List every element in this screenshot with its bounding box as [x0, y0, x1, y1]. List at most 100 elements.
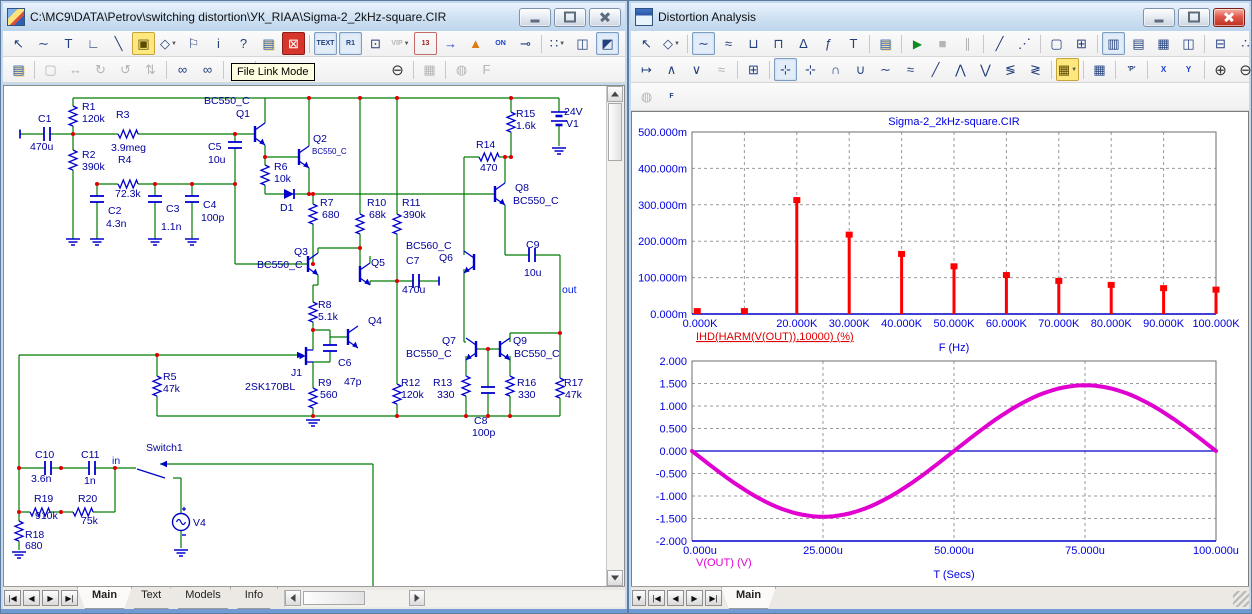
fourier-window-icon[interactable]: F: [660, 85, 683, 108]
browser-icon[interactable]: ◍: [450, 58, 473, 81]
restore-button[interactable]: [1178, 8, 1210, 27]
close-button[interactable]: [589, 8, 621, 27]
horizontal-tag-mode-icon[interactable]: ⊔: [742, 32, 765, 55]
wire-mode-icon[interactable]: ∼: [32, 32, 55, 55]
flip-horizontal-icon[interactable]: ↔: [64, 58, 87, 81]
graph-paper-toggle-icon[interactable]: ⊞: [1070, 32, 1093, 55]
text-mode-icon[interactable]: T: [57, 32, 80, 55]
plot-group-4-icon[interactable]: ◫: [1177, 32, 1200, 55]
grid-toggle-icon[interactable]: ∷▼: [546, 32, 569, 55]
help-mode-icon[interactable]: ?: [232, 32, 255, 55]
box-tool-icon[interactable]: ▦: [418, 58, 441, 81]
go-to-peak-icon[interactable]: ∧: [660, 58, 683, 81]
global-cursor-icon[interactable]: ≷: [1024, 58, 1047, 81]
go-to-branch-icon[interactable]: ≈: [710, 58, 733, 81]
attribute-display-toggle-icon[interactable]: R1: [339, 32, 362, 55]
zoom-out-icon[interactable]: ⊖: [1234, 58, 1252, 81]
split-plots-icon[interactable]: ⊟: [1209, 32, 1232, 55]
select-box-mode-icon[interactable]: ▢: [1045, 32, 1068, 55]
browser-icon[interactable]: ◍: [635, 85, 658, 108]
select-tool-icon[interactable]: ↖: [7, 32, 30, 55]
component-mode-icon[interactable]: ▣: [132, 32, 155, 55]
properties-button-icon[interactable]: ▤: [7, 58, 30, 81]
go-to-valley-icon[interactable]: ∨: [685, 58, 708, 81]
tab-models[interactable]: Models: [170, 587, 235, 609]
zoom-in-icon[interactable]: ⊕: [1209, 58, 1232, 81]
flip-vertical-icon[interactable]: ⇅: [139, 58, 162, 81]
plot-group-3-icon[interactable]: ▦: [1152, 32, 1175, 55]
fall-cursor-icon[interactable]: ≈: [899, 58, 922, 81]
shape-mode-icon[interactable]: ◇▼: [157, 32, 180, 55]
vertical-tag-mode-icon[interactable]: ⊓: [767, 32, 790, 55]
vip-toggle-icon[interactable]: VIP▼: [389, 32, 412, 55]
diagonal-wire-mode-icon[interactable]: ╲: [107, 32, 130, 55]
resize-grip[interactable]: [1233, 591, 1249, 607]
analysis-titlebar[interactable]: Distortion Analysis: [631, 3, 1249, 31]
slider-toggle-icon[interactable]: 13: [414, 32, 437, 55]
node-numbers-toggle-icon[interactable]: ⊡: [364, 32, 387, 55]
x-axis-scale-icon[interactable]: X: [1152, 58, 1175, 81]
formula-mode-icon[interactable]: ƒ: [817, 32, 840, 55]
rotate-icon[interactable]: ↻: [89, 58, 112, 81]
find-icon[interactable]: ∞: [196, 58, 219, 81]
cursor-mode-icon[interactable]: ◩: [596, 32, 619, 55]
nav-button-1[interactable]: ◀: [667, 590, 684, 606]
line-points-mode-icon[interactable]: ⋰: [1013, 32, 1036, 55]
schematic-canvas[interactable]: C1470uR1120kR2390kR33.9megR472.3kC24.3nC…: [4, 86, 590, 588]
valley-cursor-icon[interactable]: ∪: [849, 58, 872, 81]
cursor-mode-icon[interactable]: ≈: [717, 32, 740, 55]
scroll-up-button[interactable]: [607, 86, 623, 102]
schematic-titlebar[interactable]: C:\MC9\DATA\Petrov\switching distortion\…: [3, 3, 625, 31]
low-cursor-icon[interactable]: ⋁: [974, 58, 997, 81]
cursor-left-icon[interactable]: ⊹: [774, 58, 797, 81]
hscroll-thumb[interactable]: [303, 591, 365, 605]
plot-area[interactable]: Sigma-2_2kHz-square.CIR500.000m400.000m3…: [632, 112, 1250, 588]
peak-cursor-icon[interactable]: ∩: [824, 58, 847, 81]
scatter-toggle-icon[interactable]: ∴: [1234, 32, 1252, 55]
minimize-button[interactable]: [519, 8, 551, 27]
numeric-output-icon[interactable]: ▦: [1088, 58, 1111, 81]
nav-button-3[interactable]: ▶|: [61, 590, 78, 606]
select-tool-icon[interactable]: ↖: [635, 32, 658, 55]
tab-info[interactable]: Info: [230, 587, 278, 609]
region-enable-mode-icon[interactable]: ▤: [257, 32, 280, 55]
high-cursor-icon[interactable]: ⋀: [949, 58, 972, 81]
xy-window-icon[interactable]: ⊞: [742, 58, 765, 81]
y-axis-scale-icon[interactable]: Y: [1177, 58, 1200, 81]
text-display-toggle-icon[interactable]: TEXT: [314, 32, 337, 55]
minimize-button[interactable]: [1143, 8, 1175, 27]
waveform-buffer-icon[interactable]: ▦▼: [1056, 58, 1079, 81]
pin-connection-toggle-icon[interactable]: ⊸: [514, 32, 537, 55]
nav-button-0[interactable]: |◀: [4, 590, 21, 606]
scroll-right-button[interactable]: [409, 590, 425, 606]
plot-group-1-icon[interactable]: ▥: [1102, 32, 1125, 55]
nav-button-1[interactable]: ◀: [23, 590, 40, 606]
zoom-out-icon[interactable]: ⊖: [386, 58, 409, 81]
line-mode-icon[interactable]: ╱: [988, 32, 1011, 55]
periodic-steady-state-icon[interactable]: 'P': [1120, 58, 1143, 81]
schematic-vscrollbar[interactable]: [606, 86, 624, 586]
tab-main[interactable]: Main: [721, 587, 776, 609]
close-button[interactable]: [1213, 8, 1245, 27]
page-dropdown-button[interactable]: ▼: [632, 590, 646, 606]
vscroll-thumb[interactable]: [608, 103, 622, 161]
nav-button-2[interactable]: ▶: [42, 590, 59, 606]
select-region-icon[interactable]: ▢: [39, 58, 62, 81]
restore-button[interactable]: [554, 8, 586, 27]
properties-button-icon[interactable]: ▤: [874, 32, 897, 55]
run-button-icon[interactable]: ▶: [906, 32, 929, 55]
scale-mode-icon[interactable]: ∼: [692, 32, 715, 55]
info-mode-icon[interactable]: i: [207, 32, 230, 55]
slope-cursor-icon[interactable]: ╱: [924, 58, 947, 81]
performance-tag-mode-icon[interactable]: ∆: [792, 32, 815, 55]
rotate-ccw-icon[interactable]: ↺: [114, 58, 137, 81]
tab-text[interactable]: Text: [126, 587, 176, 609]
schematic-hscrollbar[interactable]: [284, 590, 625, 607]
current-display-toggle-icon[interactable]: →: [439, 32, 462, 55]
pause-button-icon[interactable]: ∥: [956, 32, 979, 55]
tab-main[interactable]: Main: [77, 587, 132, 609]
font-tool-icon[interactable]: F: [475, 58, 498, 81]
ortho-wire-mode-icon[interactable]: ∟: [82, 32, 105, 55]
find-component-icon[interactable]: ∞: [171, 58, 194, 81]
condition-display-toggle-icon[interactable]: ON: [489, 32, 512, 55]
